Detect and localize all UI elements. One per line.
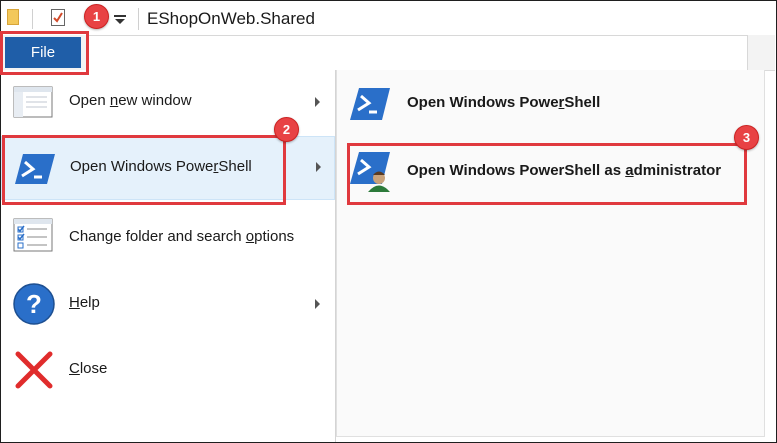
callout-badge-1: 1 bbox=[84, 4, 109, 29]
menu-item-close[interactable]: Close bbox=[1, 336, 335, 400]
submenu-item-label: Open Windows PowerShell bbox=[407, 94, 601, 111]
title-bar: EShopOnWeb.Shared bbox=[1, 1, 776, 35]
options-icon bbox=[13, 218, 53, 252]
window-icon bbox=[13, 86, 53, 118]
powershell-icon bbox=[350, 88, 390, 120]
callout-box-1 bbox=[0, 31, 89, 75]
submenu-arrow-icon bbox=[316, 162, 321, 172]
menu-item-label: Close bbox=[69, 360, 108, 377]
window-title: EShopOnWeb.Shared bbox=[147, 9, 315, 28]
help-icon: ? bbox=[13, 283, 55, 325]
callout-badge-3: 3 bbox=[734, 125, 759, 150]
customize-toolbar-dropdown-icon[interactable] bbox=[114, 15, 126, 24]
menu-item-help[interactable]: ? Help bbox=[1, 270, 335, 334]
callout-badge-2: 2 bbox=[274, 117, 299, 142]
callout-box-2 bbox=[2, 135, 286, 205]
folder-icon[interactable] bbox=[7, 9, 19, 25]
menu-item-label: Help bbox=[69, 294, 100, 311]
svg-text:?: ? bbox=[26, 289, 42, 319]
submenu-arrow-icon bbox=[315, 97, 320, 107]
properties-icon[interactable] bbox=[51, 9, 65, 26]
submenu-item-open-powershell[interactable]: Open Windows PowerShell bbox=[337, 70, 764, 134]
ribbon-tab-area bbox=[87, 35, 748, 70]
callout-box-3 bbox=[347, 143, 747, 205]
menu-item-change-folder-options[interactable]: Change folder and search options bbox=[1, 204, 335, 268]
powershell-submenu: Open Windows PowerShell Open Windows Pow… bbox=[336, 70, 765, 437]
menu-item-label: Open new window bbox=[69, 92, 192, 109]
close-icon bbox=[15, 351, 53, 389]
toolbar-separator bbox=[138, 8, 139, 30]
submenu-arrow-icon bbox=[315, 299, 320, 309]
toolbar-separator bbox=[32, 9, 33, 29]
menu-item-label: Change folder and search options bbox=[69, 228, 295, 245]
